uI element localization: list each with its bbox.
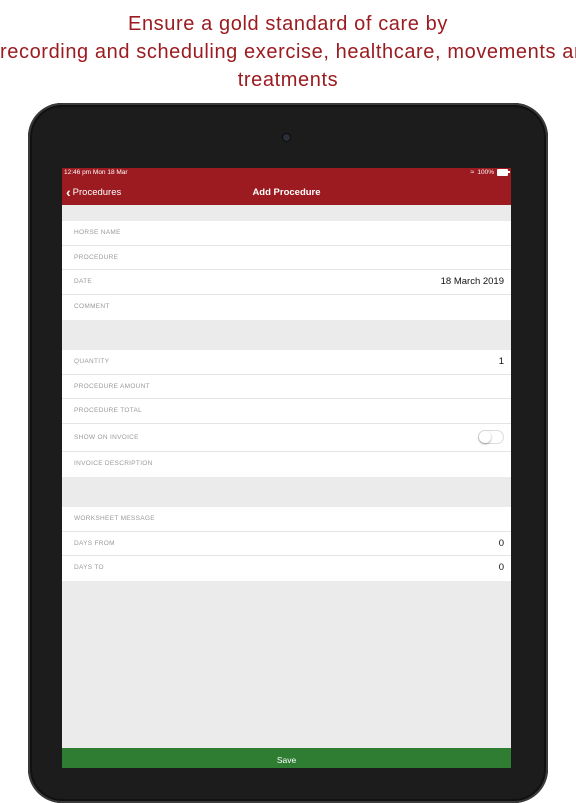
procedure-total-label: PROCEDURE TOTAL (74, 407, 143, 415)
back-button-label: Procedures (72, 187, 122, 198)
save-button[interactable]: Save (62, 748, 511, 768)
days-to-field[interactable]: DAYS TO 0 (62, 556, 511, 581)
headline-line-1: Ensure a gold standard of care by (128, 13, 448, 35)
invoice-section: QUANTITY 1 PROCEDURE AMOUNT PROCEDURE TO… (62, 350, 511, 477)
procedure-amount-label: PROCEDURE AMOUNT (74, 382, 150, 390)
chevron-left-icon: ‹ (66, 184, 71, 200)
promo-headline: Ensure a gold standard of care by record… (0, 10, 576, 94)
battery-percentage: 100% (477, 169, 494, 176)
date-label: DATE (74, 278, 93, 286)
status-bar: 12:46 pm Mon 18 Mar ≈ 100% (62, 168, 511, 180)
show-on-invoice-label: SHOW ON INVOICE (74, 434, 139, 442)
headline-line-2: recording and scheduling exercise, healt… (0, 41, 576, 63)
worksheet-message-label: WORKSHEET MESSAGE (74, 515, 155, 522)
app-screen: 12:46 pm Mon 18 Mar ≈ 100% ‹ Procedures … (62, 168, 511, 768)
status-time-date: 12:46 pm Mon 18 Mar (64, 169, 128, 176)
comment-label: COMMENT (74, 303, 110, 311)
horse-name-field[interactable]: HORSE NAME (62, 221, 511, 246)
procedure-field[interactable]: PROCEDURE (62, 246, 511, 271)
days-from-label: DAYS FROM (74, 539, 115, 547)
procedure-details-section: HORSE NAME PROCEDURE DATE 18 March 2019 … (62, 221, 511, 320)
comment-field[interactable]: COMMENT (62, 295, 511, 320)
invoice-description-label: INVOICE DESCRIPTION (74, 460, 153, 468)
date-field[interactable]: DATE 18 March 2019 (62, 270, 511, 296)
back-button[interactable]: ‹ Procedures (66, 180, 121, 205)
procedure-label: PROCEDURE (74, 253, 119, 261)
worksheet-message-field[interactable]: WORKSHEET MESSAGE (62, 507, 511, 532)
days-to-value: 0 (498, 562, 504, 574)
quantity-label: QUANTITY (74, 358, 110, 365)
battery-icon (497, 169, 510, 176)
days-from-value: 0 (498, 537, 504, 549)
front-camera (283, 134, 290, 141)
procedure-amount-field[interactable]: PROCEDURE AMOUNT (62, 375, 511, 400)
show-on-invoice-toggle[interactable] (478, 430, 504, 445)
procedure-total-field[interactable]: PROCEDURE TOTAL (62, 399, 511, 425)
days-from-field[interactable]: DAYS FROM 0 (62, 532, 511, 557)
page-title: Add Procedure (252, 187, 321, 198)
toggle-knob (479, 431, 491, 444)
date-value: 18 March 2019 (440, 276, 504, 288)
navigation-bar: ‹ Procedures Add Procedure (62, 180, 511, 205)
quantity-value: 1 (498, 356, 504, 367)
wifi-icon: ≈ (470, 168, 475, 176)
quantity-field[interactable]: QUANTITY 1 (62, 350, 511, 375)
worksheet-section: WORKSHEET MESSAGE DAYS FROM 0 DAYS TO 0 (62, 507, 511, 582)
show-on-invoice-row: SHOW ON INVOICE (62, 424, 511, 453)
days-to-label: DAYS TO (74, 564, 104, 572)
invoice-description-field[interactable]: INVOICE DESCRIPTION (62, 452, 511, 477)
horse-name-label: HORSE NAME (74, 229, 121, 236)
headline-line-3: treatments (237, 69, 339, 91)
